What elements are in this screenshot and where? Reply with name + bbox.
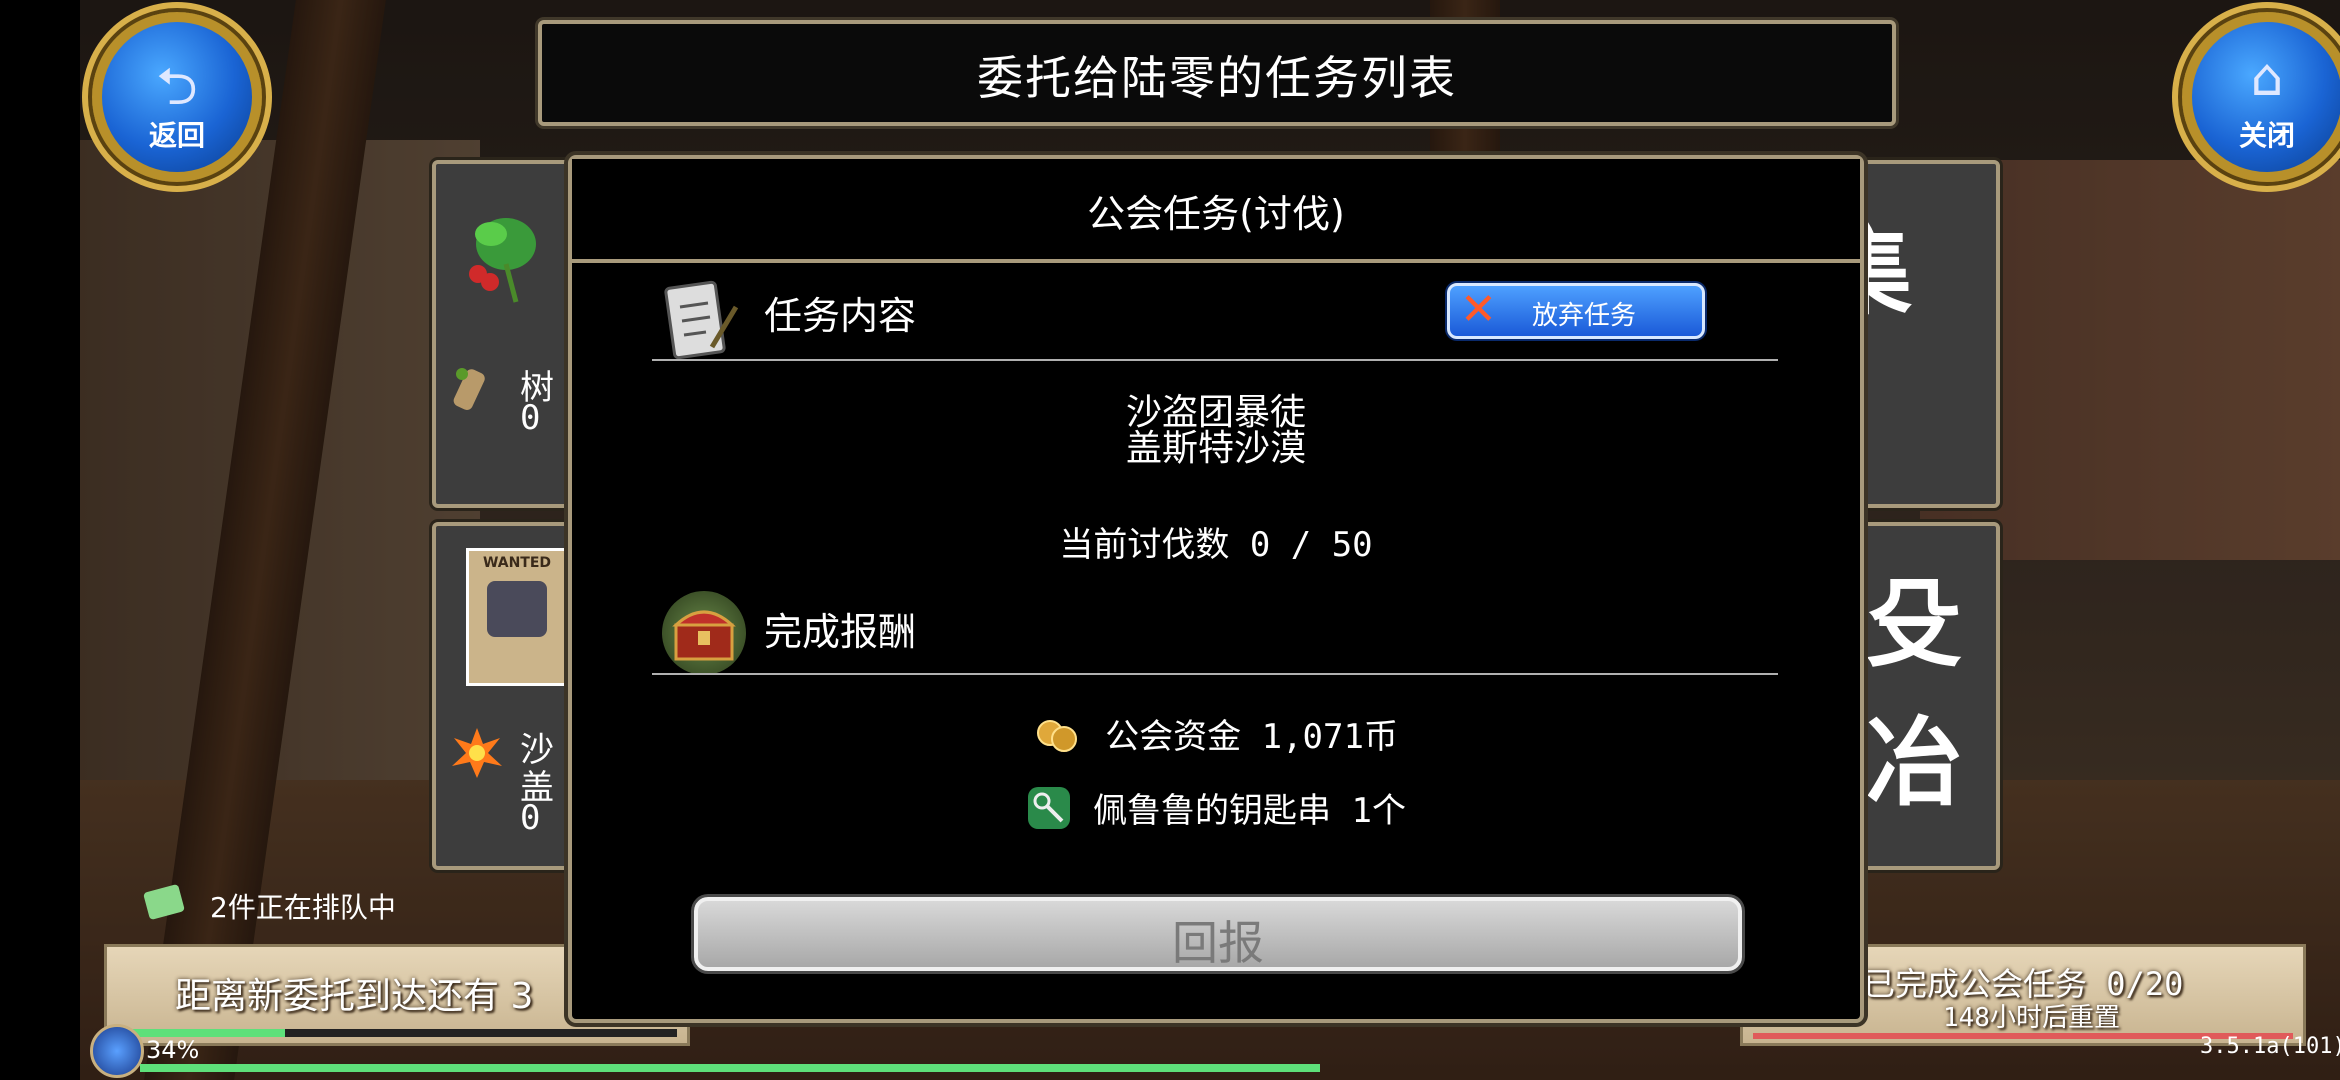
- version-label: 3.5.1a(101): [2200, 1034, 2340, 1059]
- page-title: 委托给陆零的任务列表: [977, 51, 1457, 105]
- report-button[interactable]: 回报: [694, 897, 1742, 971]
- task-content-title: 任务内容: [764, 294, 917, 338]
- level-orb-icon: [90, 1024, 144, 1078]
- key-ring-icon: [1026, 785, 1072, 831]
- herb-icon: [456, 204, 546, 304]
- wanted-poster-icon: WANTED: [466, 548, 568, 686]
- divider: [652, 359, 1778, 361]
- reward-guild-funds: 公会资金 1,071币: [1105, 717, 1398, 757]
- home-icon: ⌂: [2250, 48, 2284, 108]
- back-label: 返回: [148, 119, 205, 152]
- close-button[interactable]: ⌂ 关闭: [2182, 12, 2340, 182]
- new-request-timer: 距离新委托到达还有 3: [175, 976, 534, 1017]
- target-location: 盖斯特沙漠: [1125, 428, 1306, 469]
- level-percent: 34%: [146, 1036, 200, 1064]
- quest-detail-dialog: 公会任务(讨伐) 任务内容 ✕ 放弃任务 沙盗团暴徒 盖斯特沙漠 当前讨伐数 0…: [568, 155, 1864, 1023]
- reward-item: 公会资金 1,071币: [572, 709, 1860, 758]
- kill-progress: 当前讨伐数 0 / 50: [1059, 525, 1373, 565]
- exp-bar-fill: [140, 1064, 1320, 1072]
- reset-timer: 148小时后重置: [1943, 1003, 2120, 1033]
- card-side-label: 殳冶: [1866, 568, 1962, 819]
- close-label: 关闭: [2238, 119, 2295, 152]
- explosion-icon: [450, 726, 504, 780]
- divider: [652, 673, 1778, 675]
- wood-log-icon: [450, 362, 500, 416]
- treasure-chest-icon: [662, 591, 746, 675]
- timer-progress-fill: [117, 1029, 285, 1037]
- close-icon: ✕: [1460, 284, 1497, 335]
- reward-key-ring: 佩鲁鲁的钥匙串 1个: [1093, 791, 1407, 831]
- abandon-quest-button[interactable]: ✕ 放弃任务: [1447, 283, 1705, 339]
- dialog-header: 公会任务(讨伐): [572, 159, 1860, 263]
- back-button[interactable]: ⮌ 返回: [92, 12, 262, 182]
- coins-icon: [1034, 711, 1080, 757]
- list-title-bar: 委托给陆零的任务列表: [538, 20, 1896, 126]
- reward-title: 完成报酬: [764, 610, 917, 654]
- queue-status: 2件正在排队中: [210, 891, 396, 924]
- abandon-label: 放弃任务: [1532, 301, 1637, 331]
- report-label: 回报: [1172, 916, 1264, 970]
- reward-item: 佩鲁鲁的钥匙串 1个: [572, 783, 1860, 832]
- dialog-title: 公会任务(讨伐): [1087, 192, 1345, 236]
- scroll-icon: [140, 882, 188, 922]
- target-monster: 沙盗团暴徒: [1125, 392, 1306, 433]
- clipboard-icon: [662, 277, 740, 361]
